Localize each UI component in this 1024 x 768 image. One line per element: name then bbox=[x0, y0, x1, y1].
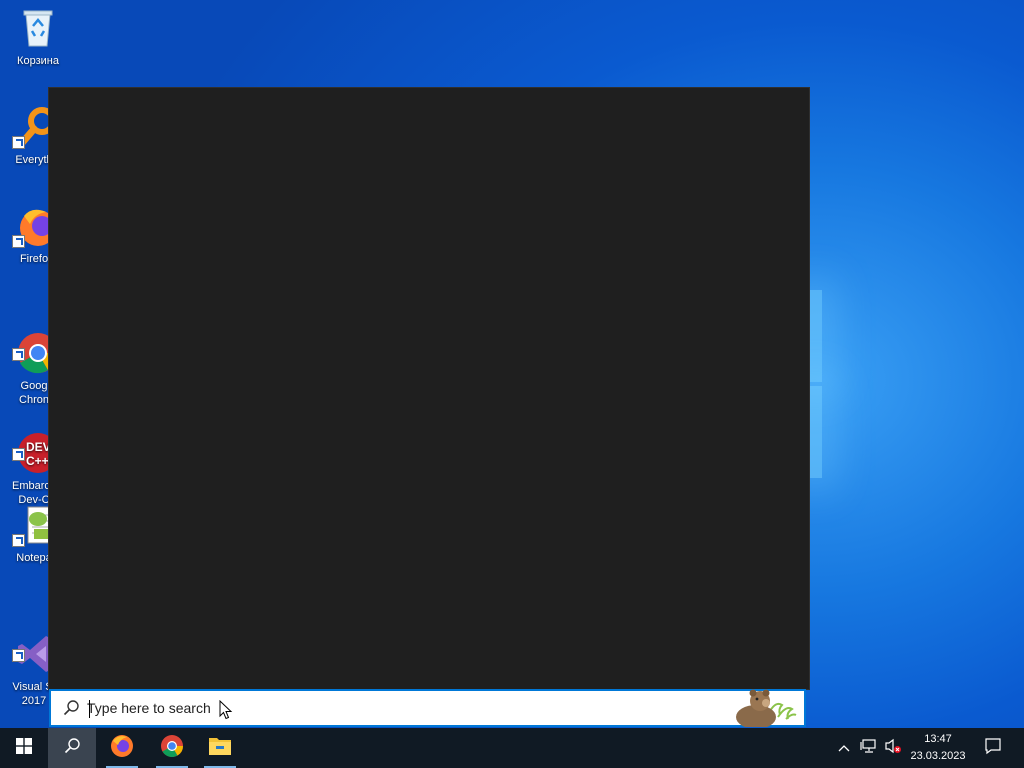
taskbar-app-file-explorer[interactable] bbox=[196, 728, 244, 768]
wallpaper-logo-pane bbox=[808, 290, 822, 382]
start-button[interactable] bbox=[0, 728, 48, 768]
svg-text:C++: C++ bbox=[26, 454, 49, 468]
mouse-pointer-icon bbox=[219, 699, 233, 720]
search-highlight-bear-icon[interactable] bbox=[730, 687, 800, 729]
shortcut-arrow-icon bbox=[12, 235, 25, 248]
wallpaper-logo-pane bbox=[808, 386, 822, 478]
shortcut-arrow-icon bbox=[12, 136, 25, 149]
taskbar-search-button[interactable] bbox=[48, 728, 96, 768]
taskbar-app-firefox[interactable] bbox=[98, 728, 146, 768]
chrome-icon bbox=[160, 734, 184, 763]
search-icon bbox=[64, 737, 80, 759]
notifications-icon bbox=[984, 737, 1002, 760]
text-caret bbox=[89, 700, 90, 718]
show-hidden-icons-button[interactable] bbox=[834, 728, 854, 768]
windows-logo-icon bbox=[16, 737, 32, 759]
desktop-icon-recycle-bin[interactable]: Корзина bbox=[0, 6, 76, 68]
desktop-icon-label: Корзина bbox=[17, 55, 59, 67]
taskbar-app-chrome[interactable] bbox=[148, 728, 196, 768]
svg-text:DEV: DEV bbox=[26, 440, 51, 454]
search-box[interactable] bbox=[49, 687, 806, 729]
chevron-up-icon bbox=[838, 739, 850, 757]
clock-date: 23.03.2023 bbox=[910, 750, 966, 762]
network-status-button[interactable] bbox=[858, 728, 880, 768]
shortcut-arrow-icon bbox=[12, 348, 25, 361]
search-input[interactable] bbox=[87, 695, 727, 721]
shortcut-arrow-icon bbox=[12, 649, 25, 662]
network-icon bbox=[860, 738, 878, 759]
shortcut-arrow-icon bbox=[12, 534, 25, 547]
shortcut-arrow-icon bbox=[12, 448, 25, 461]
action-center-button[interactable] bbox=[978, 728, 1008, 768]
taskbar-clock[interactable]: 13:47 23.03.2023 bbox=[900, 728, 976, 768]
file-explorer-icon bbox=[208, 735, 232, 762]
search-icon bbox=[63, 700, 79, 716]
firefox-icon bbox=[110, 734, 134, 763]
search-results-panel bbox=[48, 87, 810, 690]
clock-time: 13:47 bbox=[924, 733, 952, 745]
taskbar: 13:47 23.03.2023 bbox=[0, 728, 1024, 768]
recycle-bin-icon bbox=[16, 6, 60, 50]
